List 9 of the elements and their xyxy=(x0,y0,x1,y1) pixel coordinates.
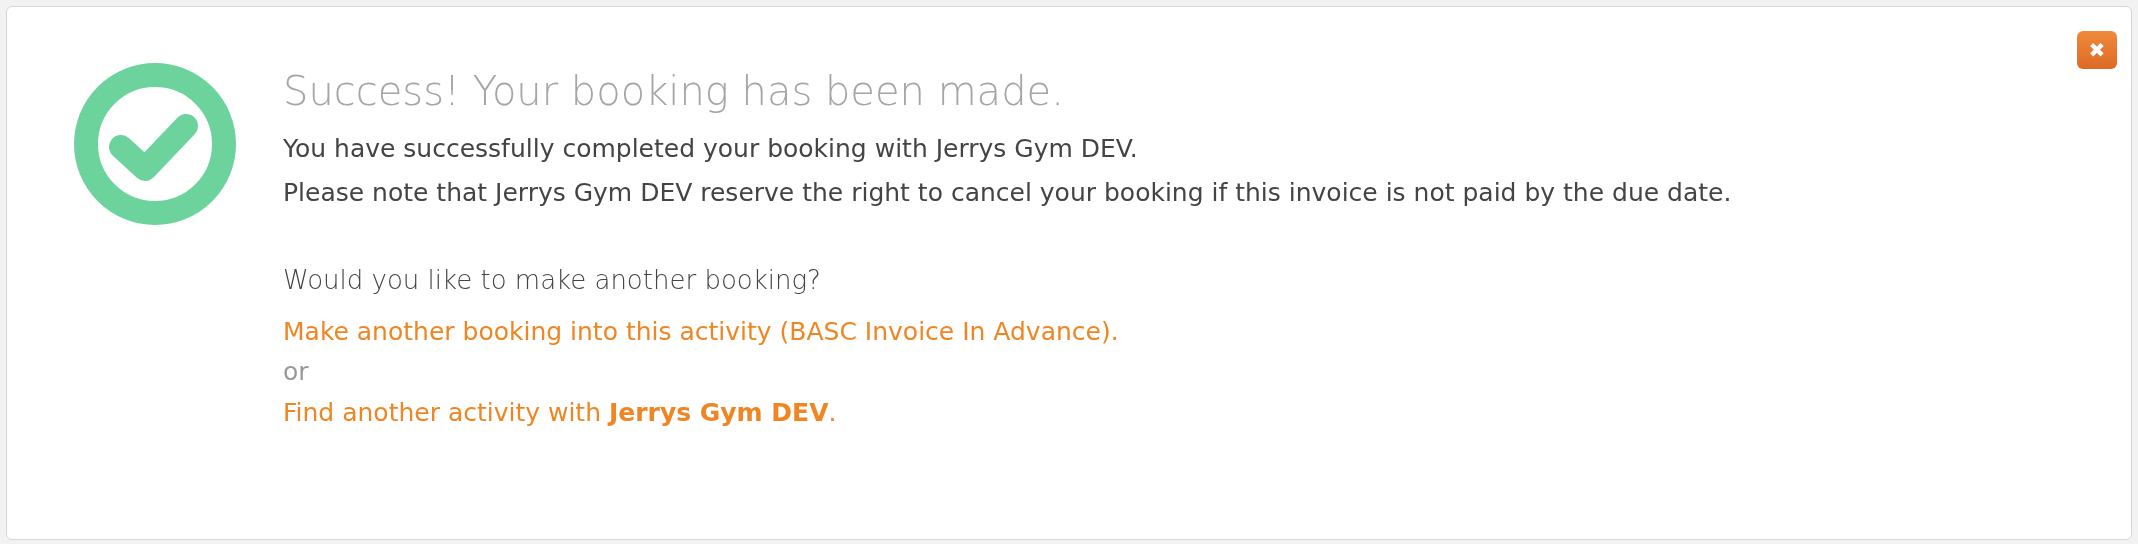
message-text: Please note that Jerrys Gym DEV reserve the right to cancel your booking if this invoice is not paid by the due date. xyxy=(283,176,1732,209)
message-text: You have successfully completed your booking with Jerrys Gym DEV. xyxy=(283,133,1138,165)
question-text: Would you like to make another booking? xyxy=(283,263,821,297)
success-check-icon xyxy=(73,62,237,226)
success-title: Success! Your booking has been made. xyxy=(283,67,1064,115)
booking-link[interactable]: Find another activity with Jerrys Gym DEV. xyxy=(283,390,837,435)
booking-link[interactable]: Make another booking into this activity (BASC Invoice In Advance). xyxy=(283,309,1119,354)
or-text: or xyxy=(283,356,309,389)
close-button[interactable]: ✖ xyxy=(2077,31,2117,69)
